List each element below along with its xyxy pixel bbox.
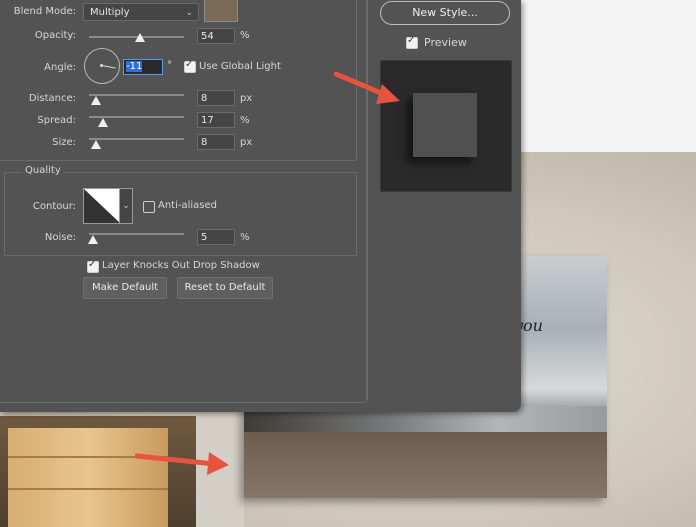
size-label: Size:: [52, 137, 76, 148]
anti-aliased-checkbox[interactable]: [143, 201, 155, 213]
opacity-input[interactable]: 54: [197, 28, 235, 44]
reset-to-default-button[interactable]: Reset to Default: [177, 277, 273, 299]
layer-style-dialog: Quality Blend Mode: Multiply ⌄ Opacity: …: [0, 0, 521, 412]
preview-label: Preview: [424, 36, 467, 49]
distance-slider-thumb[interactable]: [91, 96, 101, 105]
quality-group: [4, 172, 357, 256]
size-slider-thumb[interactable]: [91, 140, 101, 149]
size-unit: px: [240, 137, 253, 148]
contour-label: Contour:: [32, 201, 76, 212]
anti-aliased-label: Anti-aliased: [158, 200, 218, 211]
spread-input[interactable]: 17: [197, 112, 235, 128]
angle-dial[interactable]: [84, 48, 120, 84]
layer-knocks-out-label: Layer Knocks Out Drop Shadow: [102, 260, 260, 271]
use-global-light-checkbox[interactable]: [184, 59, 196, 73]
distance-unit: px: [240, 93, 253, 104]
blend-mode-label: Blend Mode:: [13, 6, 76, 17]
size-slider[interactable]: [89, 138, 184, 140]
distance-slider[interactable]: [89, 94, 184, 96]
canvas-shelf-line: [8, 488, 168, 490]
noise-slider-thumb[interactable]: [88, 235, 98, 244]
blend-mode-select[interactable]: Multiply ⌄: [83, 3, 199, 21]
contour-picker[interactable]: [83, 188, 121, 224]
distance-input[interactable]: 8: [197, 90, 235, 106]
distance-label: Distance:: [28, 93, 76, 104]
spread-unit: %: [240, 115, 250, 126]
opacity-label: Opacity:: [34, 30, 76, 41]
canvas-shelf-wood: [8, 428, 168, 527]
right-column-divider: [367, 0, 368, 400]
canvas-background-top: [520, 0, 696, 152]
opacity-slider-thumb[interactable]: [135, 33, 145, 42]
shadow-color-swatch[interactable]: [204, 0, 238, 22]
angle-value: -11: [126, 61, 143, 72]
layer-knocks-out-checkbox[interactable]: [87, 259, 99, 273]
angle-input[interactable]: -11: [123, 59, 163, 75]
angle-label: Angle:: [44, 62, 76, 73]
make-default-button[interactable]: Make Default: [83, 277, 167, 299]
noise-slider[interactable]: [89, 233, 184, 235]
chevron-down-icon: ⌄: [185, 8, 193, 18]
blend-mode-value: Multiply: [90, 7, 130, 18]
angle-unit: °: [167, 60, 172, 71]
noise-input[interactable]: 5: [197, 229, 235, 245]
preview-shadow-square: [413, 93, 477, 157]
preview-checkbox[interactable]: [406, 35, 418, 49]
photo-beach: [244, 432, 607, 498]
red-arrow-icon: [334, 71, 400, 104]
opacity-unit: %: [240, 30, 250, 41]
spread-label: Spread:: [37, 115, 76, 126]
spread-slider-thumb[interactable]: [98, 118, 108, 127]
new-style-button[interactable]: New Style...: [380, 1, 510, 25]
use-global-light-label: Use Global Light: [199, 61, 281, 72]
chevron-down-icon[interactable]: ⌄: [119, 188, 133, 224]
size-input[interactable]: 8: [197, 134, 235, 150]
quality-title: Quality: [22, 165, 64, 176]
red-arrow-icon: [135, 452, 229, 475]
contour-curve-icon: [84, 189, 120, 223]
noise-unit: %: [240, 232, 250, 243]
noise-label: Noise:: [44, 232, 76, 243]
angle-dial-needle: [101, 65, 116, 69]
